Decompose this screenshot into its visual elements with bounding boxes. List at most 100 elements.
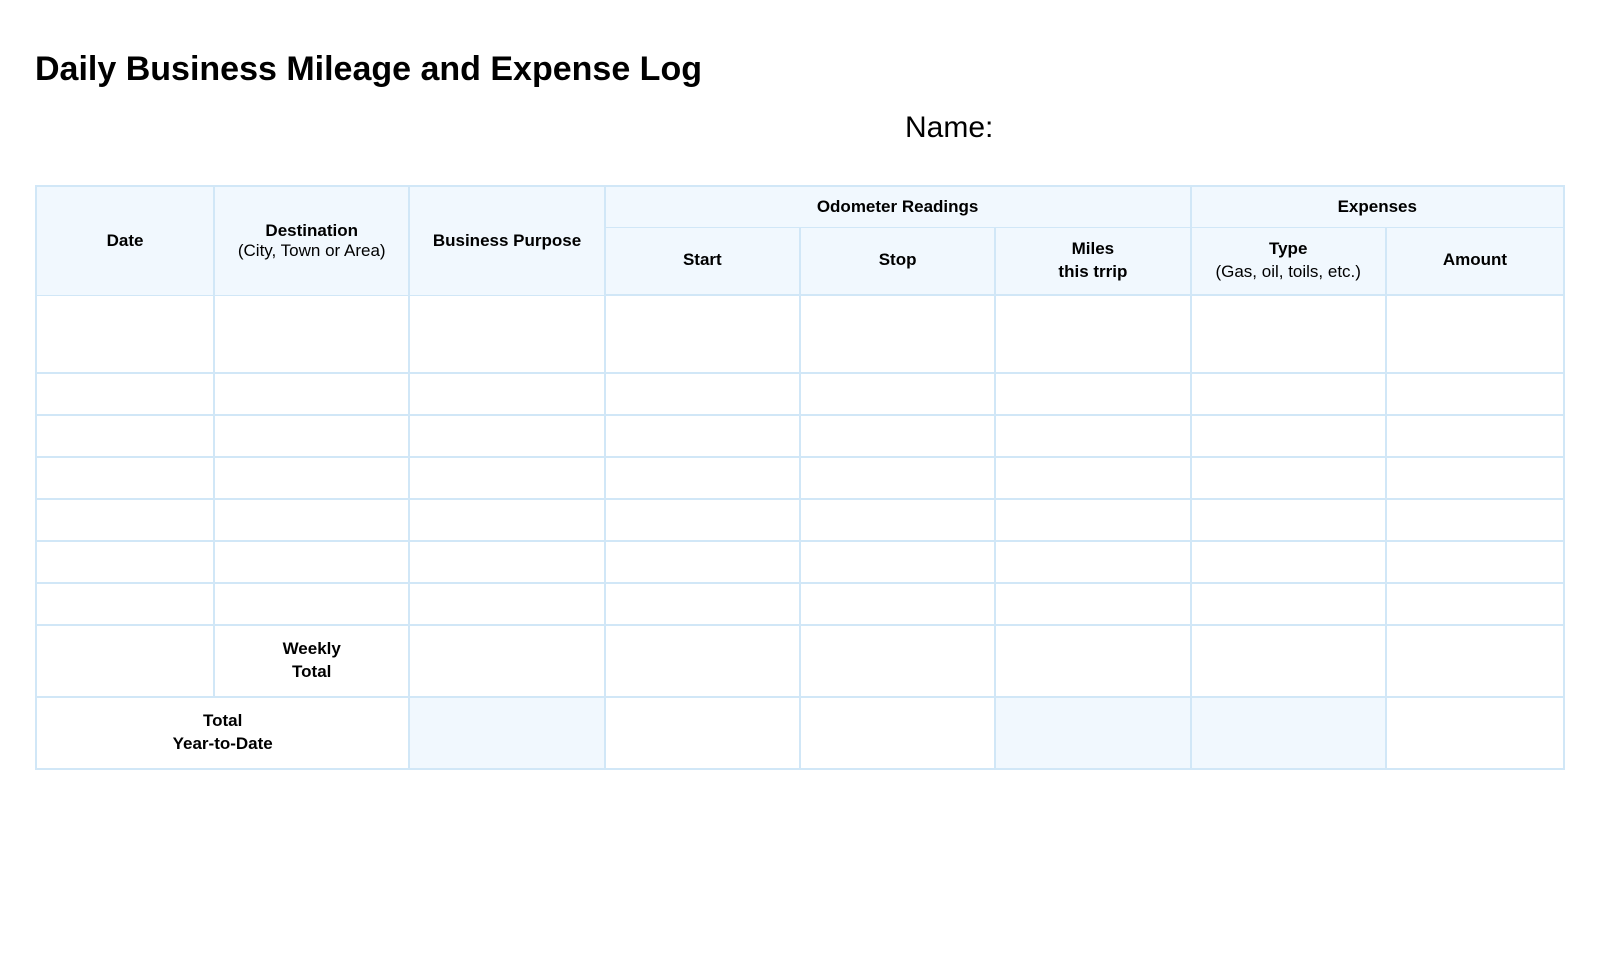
- cell-start[interactable]: [605, 541, 800, 583]
- header-stop: Stop: [800, 227, 995, 295]
- ytd-total-row: Total Year-to-Date: [36, 697, 1564, 769]
- ytd-total-type[interactable]: [1191, 697, 1386, 769]
- page-title: Daily Business Mileage and Expense Log: [35, 50, 1565, 89]
- weekly-total-type[interactable]: [1191, 625, 1386, 697]
- weekly-total-start[interactable]: [605, 625, 800, 697]
- ytd-total-line1: Total: [203, 711, 242, 730]
- cell-type[interactable]: [1191, 499, 1386, 541]
- cell-date[interactable]: [36, 499, 214, 541]
- cell-amount[interactable]: [1386, 499, 1564, 541]
- cell-date[interactable]: [36, 457, 214, 499]
- header-miles-line2: this trrip: [1058, 262, 1127, 281]
- cell-date[interactable]: [36, 583, 214, 625]
- ytd-total-start[interactable]: [605, 697, 800, 769]
- weekly-total-miles[interactable]: [995, 625, 1190, 697]
- cell-start[interactable]: [605, 499, 800, 541]
- header-miles-line1: Miles: [1072, 239, 1115, 258]
- table-row: [36, 583, 1564, 625]
- cell-miles[interactable]: [995, 583, 1190, 625]
- cell-purpose[interactable]: [409, 541, 604, 583]
- cell-date[interactable]: [36, 541, 214, 583]
- cell-date[interactable]: [36, 295, 214, 373]
- cell-start[interactable]: [605, 373, 800, 415]
- cell-amount[interactable]: [1386, 541, 1564, 583]
- header-expenses-group: Expenses: [1191, 186, 1564, 227]
- cell-amount[interactable]: [1386, 415, 1564, 457]
- table-row: [36, 415, 1564, 457]
- cell-start[interactable]: [605, 457, 800, 499]
- cell-date[interactable]: [36, 373, 214, 415]
- header-odometer-group: Odometer Readings: [605, 186, 1191, 227]
- cell-purpose[interactable]: [409, 415, 604, 457]
- cell-miles[interactable]: [995, 373, 1190, 415]
- header-destination: Destination (City, Town or Area): [214, 186, 409, 295]
- weekly-total-line1: Weekly: [283, 639, 341, 658]
- header-date: Date: [36, 186, 214, 295]
- cell-amount[interactable]: [1386, 295, 1564, 373]
- table-row: [36, 499, 1564, 541]
- weekly-total-line2: Total: [292, 662, 331, 681]
- cell-stop[interactable]: [800, 457, 995, 499]
- cell-stop[interactable]: [800, 583, 995, 625]
- cell-miles[interactable]: [995, 457, 1190, 499]
- cell-type[interactable]: [1191, 415, 1386, 457]
- header-destination-sub: (City, Town or Area): [223, 241, 400, 261]
- cell-destination[interactable]: [214, 457, 409, 499]
- ytd-total-stop[interactable]: [800, 697, 995, 769]
- mileage-log-table: Date Destination (City, Town or Area) Bu…: [35, 185, 1565, 770]
- cell-purpose[interactable]: [409, 457, 604, 499]
- cell-destination[interactable]: [214, 541, 409, 583]
- table-row: [36, 295, 1564, 373]
- table-row: [36, 541, 1564, 583]
- cell-type[interactable]: [1191, 457, 1386, 499]
- header-type-sub: (Gas, oil, toils, etc.): [1200, 261, 1377, 284]
- ytd-total-purpose[interactable]: [409, 697, 604, 769]
- cell-start[interactable]: [605, 415, 800, 457]
- ytd-total-amount[interactable]: [1386, 697, 1564, 769]
- cell-miles[interactable]: [995, 541, 1190, 583]
- header-amount: Amount: [1386, 227, 1564, 295]
- cell-destination[interactable]: [214, 373, 409, 415]
- cell-destination[interactable]: [214, 583, 409, 625]
- ytd-total-label: Total Year-to-Date: [36, 697, 409, 769]
- cell-start[interactable]: [605, 583, 800, 625]
- ytd-total-miles[interactable]: [995, 697, 1190, 769]
- cell-miles[interactable]: [995, 415, 1190, 457]
- cell-type[interactable]: [1191, 373, 1386, 415]
- cell-stop[interactable]: [800, 295, 995, 373]
- cell-purpose[interactable]: [409, 295, 604, 373]
- cell-start[interactable]: [605, 295, 800, 373]
- header-business-purpose: Business Purpose: [409, 186, 604, 295]
- cell-stop[interactable]: [800, 415, 995, 457]
- header-type: Type (Gas, oil, toils, etc.): [1191, 227, 1386, 295]
- cell-destination[interactable]: [214, 295, 409, 373]
- cell-purpose[interactable]: [409, 499, 604, 541]
- header-destination-main: Destination: [265, 221, 358, 240]
- cell-stop[interactable]: [800, 499, 995, 541]
- cell-destination[interactable]: [214, 499, 409, 541]
- cell-purpose[interactable]: [409, 373, 604, 415]
- cell-date[interactable]: [36, 415, 214, 457]
- table-row: [36, 373, 1564, 415]
- cell-miles[interactable]: [995, 499, 1190, 541]
- cell-destination[interactable]: [214, 415, 409, 457]
- header-start: Start: [605, 227, 800, 295]
- cell-type[interactable]: [1191, 295, 1386, 373]
- weekly-total-amount[interactable]: [1386, 625, 1564, 697]
- ytd-total-line2: Year-to-Date: [173, 734, 273, 753]
- cell-purpose[interactable]: [409, 583, 604, 625]
- cell-stop[interactable]: [800, 541, 995, 583]
- cell-type[interactable]: [1191, 541, 1386, 583]
- header-type-main: Type: [1269, 239, 1307, 258]
- cell-type[interactable]: [1191, 583, 1386, 625]
- cell-miles[interactable]: [995, 295, 1190, 373]
- weekly-total-purpose[interactable]: [409, 625, 604, 697]
- weekly-total-stop[interactable]: [800, 625, 995, 697]
- cell-amount[interactable]: [1386, 583, 1564, 625]
- cell-amount[interactable]: [1386, 373, 1564, 415]
- weekly-total-row: Weekly Total: [36, 625, 1564, 697]
- name-label: Name:: [905, 111, 1565, 145]
- cell-amount[interactable]: [1386, 457, 1564, 499]
- cell-stop[interactable]: [800, 373, 995, 415]
- header-miles: Miles this trrip: [995, 227, 1190, 295]
